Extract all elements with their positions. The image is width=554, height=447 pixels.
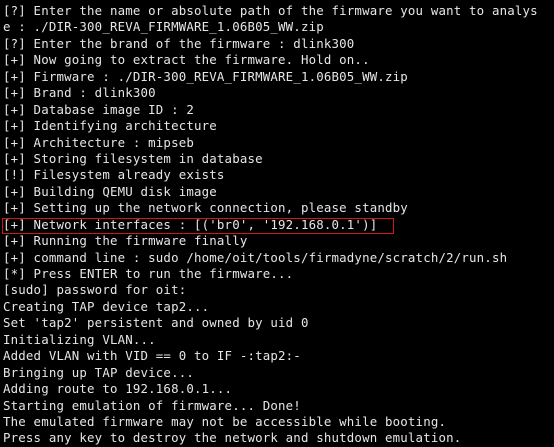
terminal-line: [+] Storing filesystem in database (3, 150, 263, 166)
terminal-line: [+] Building QEMU disk image (3, 183, 217, 199)
terminal-line: Set 'tap2' persistent and owned by uid 0 (3, 315, 309, 331)
terminal-line: Bringing up TAP device... (3, 364, 194, 380)
terminal-line: [+] Firmware : ./DIR-300_REVA_FIRMWARE_1… (3, 68, 408, 84)
terminal-line: Starting emulation of firmware... Done! (3, 397, 301, 413)
terminal-window[interactable]: [?] Enter the name or absolute path of t… (0, 0, 554, 447)
terminal-line: Adding route to 192.168.0.1... (3, 381, 233, 397)
terminal-line: [+] Brand : dlink300 (3, 85, 156, 101)
terminal-line: [+] Database image ID : 2 (3, 101, 194, 117)
terminal-line: [+] Running the firmware finally (3, 233, 248, 249)
terminal-line: [*] Press ENTER to run the firmware... (3, 266, 294, 281)
terminal-line: [?] Enter the brand of the firmware : dl… (3, 35, 355, 51)
terminal-line: e : ./DIR-300_REVA_FIRMWARE_1.06B05_WW.z… (3, 19, 324, 35)
terminal-line: [!] Filesystem already exists (3, 167, 225, 183)
terminal-line: Creating TAP device tap2... (3, 298, 210, 314)
terminal-line: [+] Identifying architecture (3, 118, 217, 134)
terminal-line: Press any key to destroy the network and… (3, 430, 462, 446)
terminal-line: [+] command line : sudo /home/oit/tools/… (3, 249, 508, 265)
terminal-line: Added VLAN with VID == 0 to IF -:tap2:- (3, 348, 301, 364)
terminal-line: [sudo] password for oit: (3, 282, 187, 298)
terminal-line: [+] Setting up the network connection, p… (3, 200, 408, 216)
terminal-line: The emulated firmware may not be accessi… (3, 413, 447, 429)
network-interfaces-line: [+] Network interfaces : [('br0', '192.1… (3, 216, 378, 232)
terminal-line: [+] Now going to extract the firmware. H… (3, 52, 370, 68)
terminal-line: Initializing VLAN... (3, 331, 156, 347)
terminal-line: [+] Architecture : mipseb (3, 134, 194, 150)
terminal-line: [?] Enter the name or absolute path of t… (3, 3, 538, 18)
